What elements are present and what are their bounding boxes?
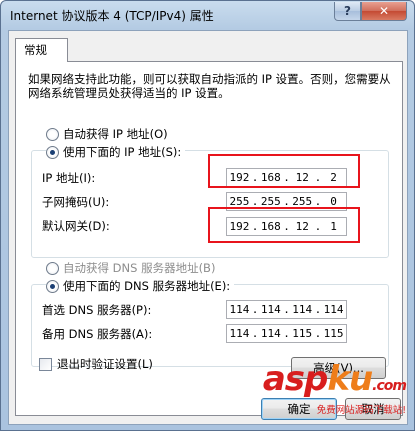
radio-selected-icon — [46, 279, 59, 293]
ip-manual-radio[interactable]: 使用下面的 IP 地址(S): — [46, 144, 186, 160]
subnet-label: 子网掩码(U): — [42, 195, 110, 209]
checkbox-icon — [39, 357, 52, 371]
watermark-tld: .com — [372, 378, 407, 394]
octet: 114 — [260, 303, 281, 316]
alternate-dns-input[interactable]: 114. 114. 115. 115 — [226, 324, 347, 343]
site-watermark: aspku.com 免费网站源码下载站! — [263, 362, 407, 416]
tab-general[interactable]: 常规 — [15, 38, 68, 62]
close-icon: ✕ — [378, 4, 390, 18]
ip-address-label: IP 地址(I): — [42, 171, 96, 185]
watermark-logo: aspku.com — [263, 362, 407, 401]
octet: 114 — [260, 327, 281, 340]
help-button[interactable]: ? — [334, 2, 361, 21]
watermark-logo-b: ku — [327, 359, 373, 399]
radio-icon — [46, 127, 59, 141]
dns-auto-radio[interactable]: 自动获得 DNS 服务器地址(B) — [46, 260, 220, 276]
gateway-highlight-box — [208, 207, 360, 243]
ip-auto-radio[interactable]: 自动获得 IP 地址(O) — [46, 126, 172, 142]
alternate-dns-label: 备用 DNS 服务器(A): — [42, 327, 153, 341]
ip-highlight-box — [208, 154, 360, 188]
octet: 114 — [323, 303, 344, 316]
octet: 115 — [292, 327, 313, 340]
title-bar[interactable]: Internet 协议版本 4 (TCP/IPv4) 属性 ? ✕ — [1, 1, 414, 29]
window-title: Internet 协议版本 4 (TCP/IPv4) 属性 — [10, 9, 214, 23]
octet: 114 — [229, 303, 250, 316]
radio-icon — [46, 261, 59, 275]
help-icon: ? — [344, 4, 351, 18]
octet: 115 — [323, 327, 344, 340]
preferred-dns-label: 首选 DNS 服务器(P): — [42, 303, 152, 317]
ip-manual-label: 使用下面的 IP 地址(S): — [63, 145, 182, 159]
description-text: 如果网络支持此功能，则可以获取自动指派的 IP 设置。否则，您需要从网络系统管理… — [28, 72, 391, 100]
dns-auto-label: 自动获得 DNS 服务器地址(B) — [63, 261, 216, 275]
watermark-logo-a: asp — [262, 359, 329, 399]
octet: 114 — [292, 303, 313, 316]
preferred-dns-input[interactable]: 114. 114. 114. 114 — [226, 300, 347, 319]
ip-auto-label: 自动获得 IP 地址(O) — [63, 127, 168, 141]
validate-on-exit-checkbox[interactable]: 退出时验证设置(L) — [39, 356, 153, 372]
validate-label: 退出时验证设置(L) — [57, 357, 153, 371]
dns-manual-radio[interactable]: 使用下面的 DNS 服务器地址(E): — [46, 278, 235, 294]
dialog-window: Internet 协议版本 4 (TCP/IPv4) 属性 ? ✕ 常规 如果网… — [0, 0, 415, 431]
dns-manual-label: 使用下面的 DNS 服务器地址(E): — [63, 279, 231, 293]
radio-selected-icon — [46, 145, 59, 159]
watermark-subtitle: 免费网站源码下载站! — [316, 405, 406, 416]
octet: 114 — [229, 327, 250, 340]
close-button[interactable]: ✕ — [361, 2, 407, 21]
gateway-label: 默认网关(D): — [42, 219, 110, 233]
